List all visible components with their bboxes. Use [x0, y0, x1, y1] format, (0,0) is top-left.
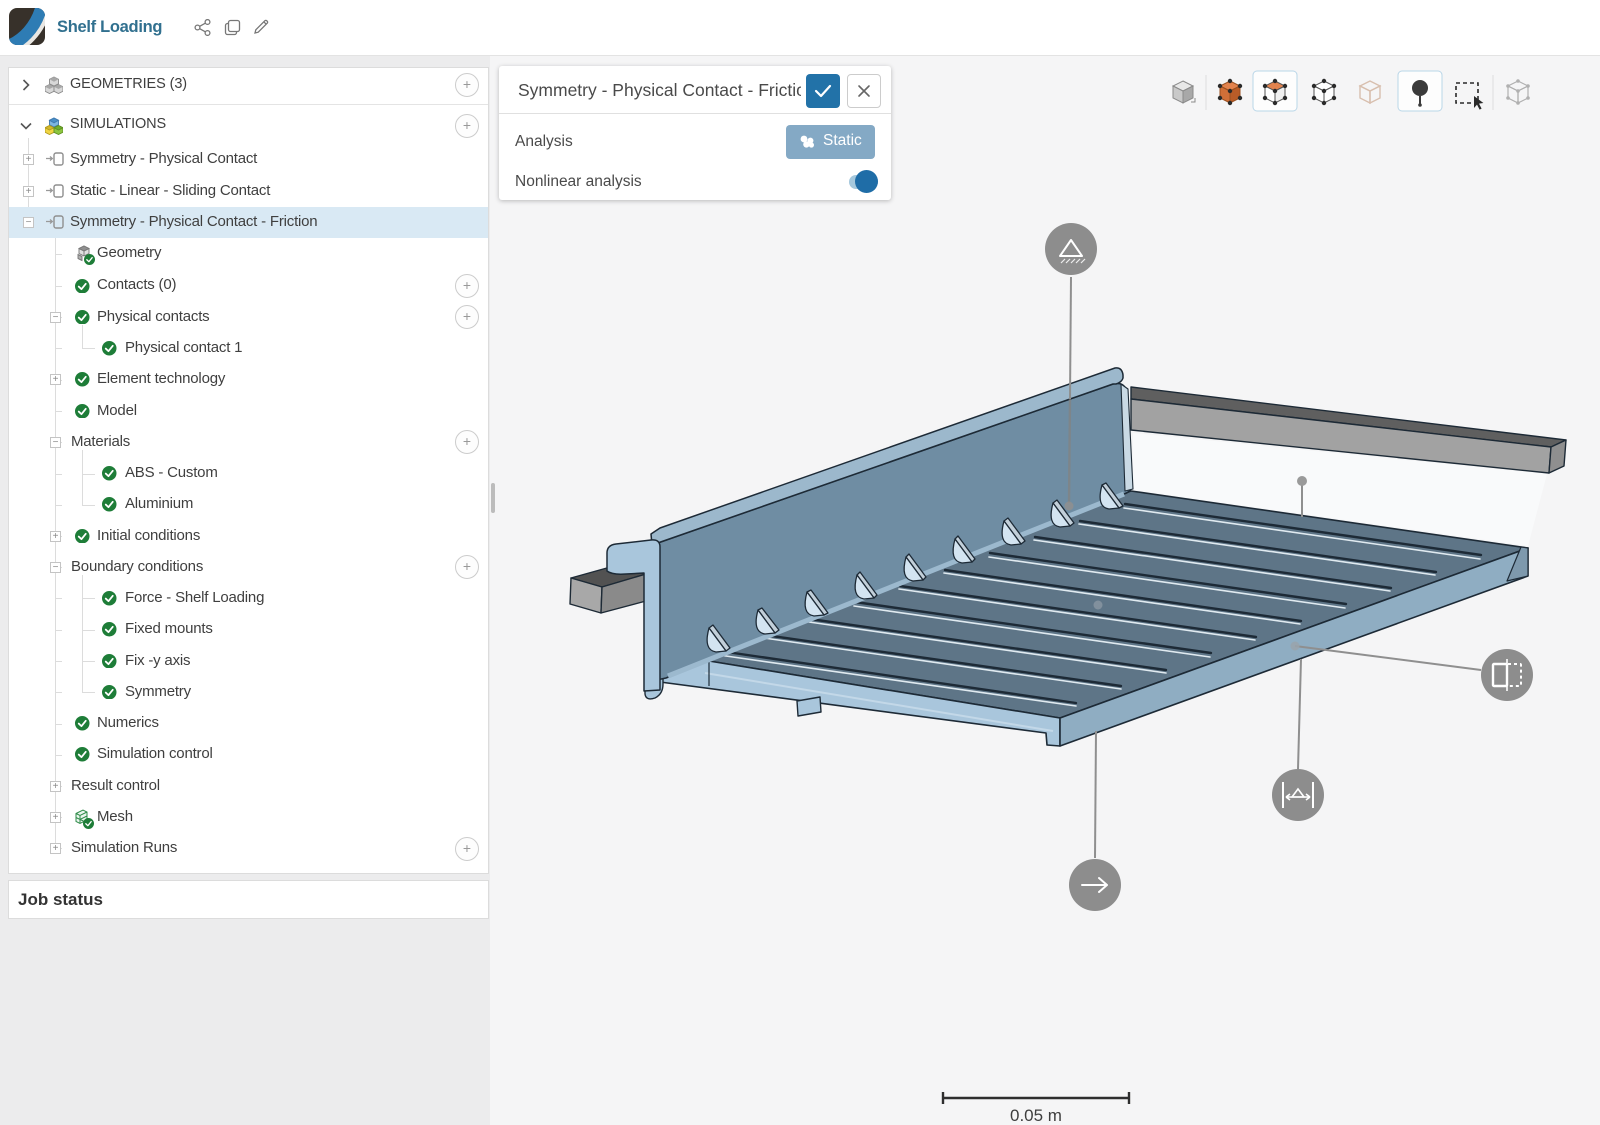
- svg-text:0.05 m: 0.05 m: [1010, 1106, 1062, 1125]
